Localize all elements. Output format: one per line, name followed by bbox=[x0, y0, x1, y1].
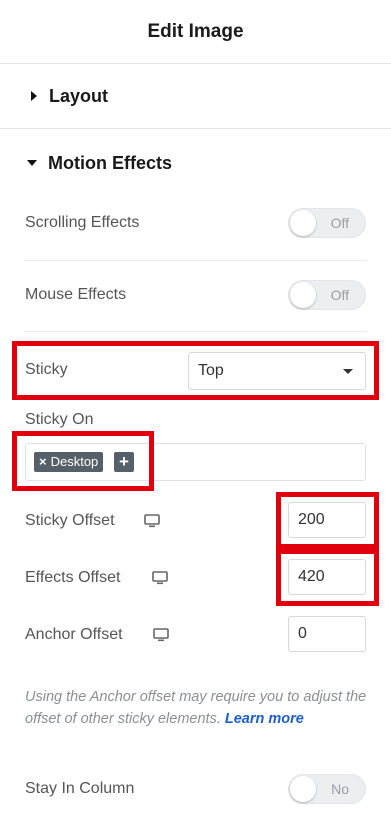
monitor-icon[interactable] bbox=[144, 514, 160, 528]
toggle-knob bbox=[290, 210, 316, 236]
mouse-effects-toggle[interactable]: Off bbox=[288, 280, 366, 310]
effects-offset-input[interactable]: 420 bbox=[288, 559, 366, 595]
panel-title: Edit Image bbox=[147, 21, 244, 42]
note-text: Using the Anchor offset may require you … bbox=[25, 689, 367, 727]
anchor-offset-label: Anchor Offset bbox=[25, 626, 123, 643]
anchor-offset-note: Using the Anchor offset may require you … bbox=[25, 686, 370, 730]
chevron-down-icon bbox=[343, 369, 353, 374]
effects-offset-label: Effects Offset bbox=[25, 569, 121, 586]
sticky-offset-label: Sticky Offset bbox=[25, 512, 115, 529]
learn-more-link[interactable]: Learn more bbox=[225, 711, 304, 727]
section-layout-label: Layout bbox=[49, 85, 109, 106]
caret-down-icon bbox=[27, 160, 37, 166]
sticky-label: Sticky bbox=[25, 361, 68, 378]
section-motion-effects-header[interactable]: Motion Effects bbox=[0, 132, 391, 194]
sticky-select-value: Top bbox=[198, 362, 224, 379]
tag-label: Desktop bbox=[50, 454, 99, 469]
sticky-select[interactable]: Top bbox=[188, 352, 366, 390]
mouse-effects-label: Mouse Effects bbox=[25, 286, 127, 303]
toggle-knob bbox=[290, 776, 316, 802]
divider bbox=[24, 260, 367, 261]
sticky-offset-input[interactable]: 200 bbox=[288, 502, 366, 538]
scrolling-effects-label: Scrolling Effects bbox=[25, 214, 140, 231]
sticky-on-multiselect[interactable]: × Desktop + bbox=[25, 443, 366, 481]
anchor-offset-input[interactable]: 0 bbox=[288, 616, 366, 652]
divider bbox=[0, 128, 391, 129]
device-tag-desktop: × Desktop bbox=[34, 452, 104, 472]
scrolling-effects-toggle[interactable]: Off bbox=[288, 208, 366, 238]
toggle-state: Off bbox=[330, 287, 349, 303]
sticky-on-label: Sticky On bbox=[25, 411, 94, 428]
stay-in-column-toggle[interactable]: No bbox=[288, 774, 366, 804]
section-motion-effects-label: Motion Effects bbox=[48, 152, 172, 173]
toggle-state: Off bbox=[330, 215, 349, 231]
section-layout-header[interactable]: Layout bbox=[0, 64, 391, 128]
toggle-state: No bbox=[331, 781, 349, 797]
monitor-icon[interactable] bbox=[153, 628, 169, 642]
stay-in-column-label: Stay In Column bbox=[25, 780, 135, 797]
caret-right-icon bbox=[31, 91, 37, 101]
add-device-button[interactable]: + bbox=[114, 452, 134, 472]
toggle-knob bbox=[290, 282, 316, 308]
monitor-icon[interactable] bbox=[152, 571, 168, 585]
panel-header: Edit Image bbox=[0, 0, 391, 64]
remove-tag-icon[interactable]: × bbox=[39, 454, 47, 469]
divider bbox=[24, 331, 367, 332]
